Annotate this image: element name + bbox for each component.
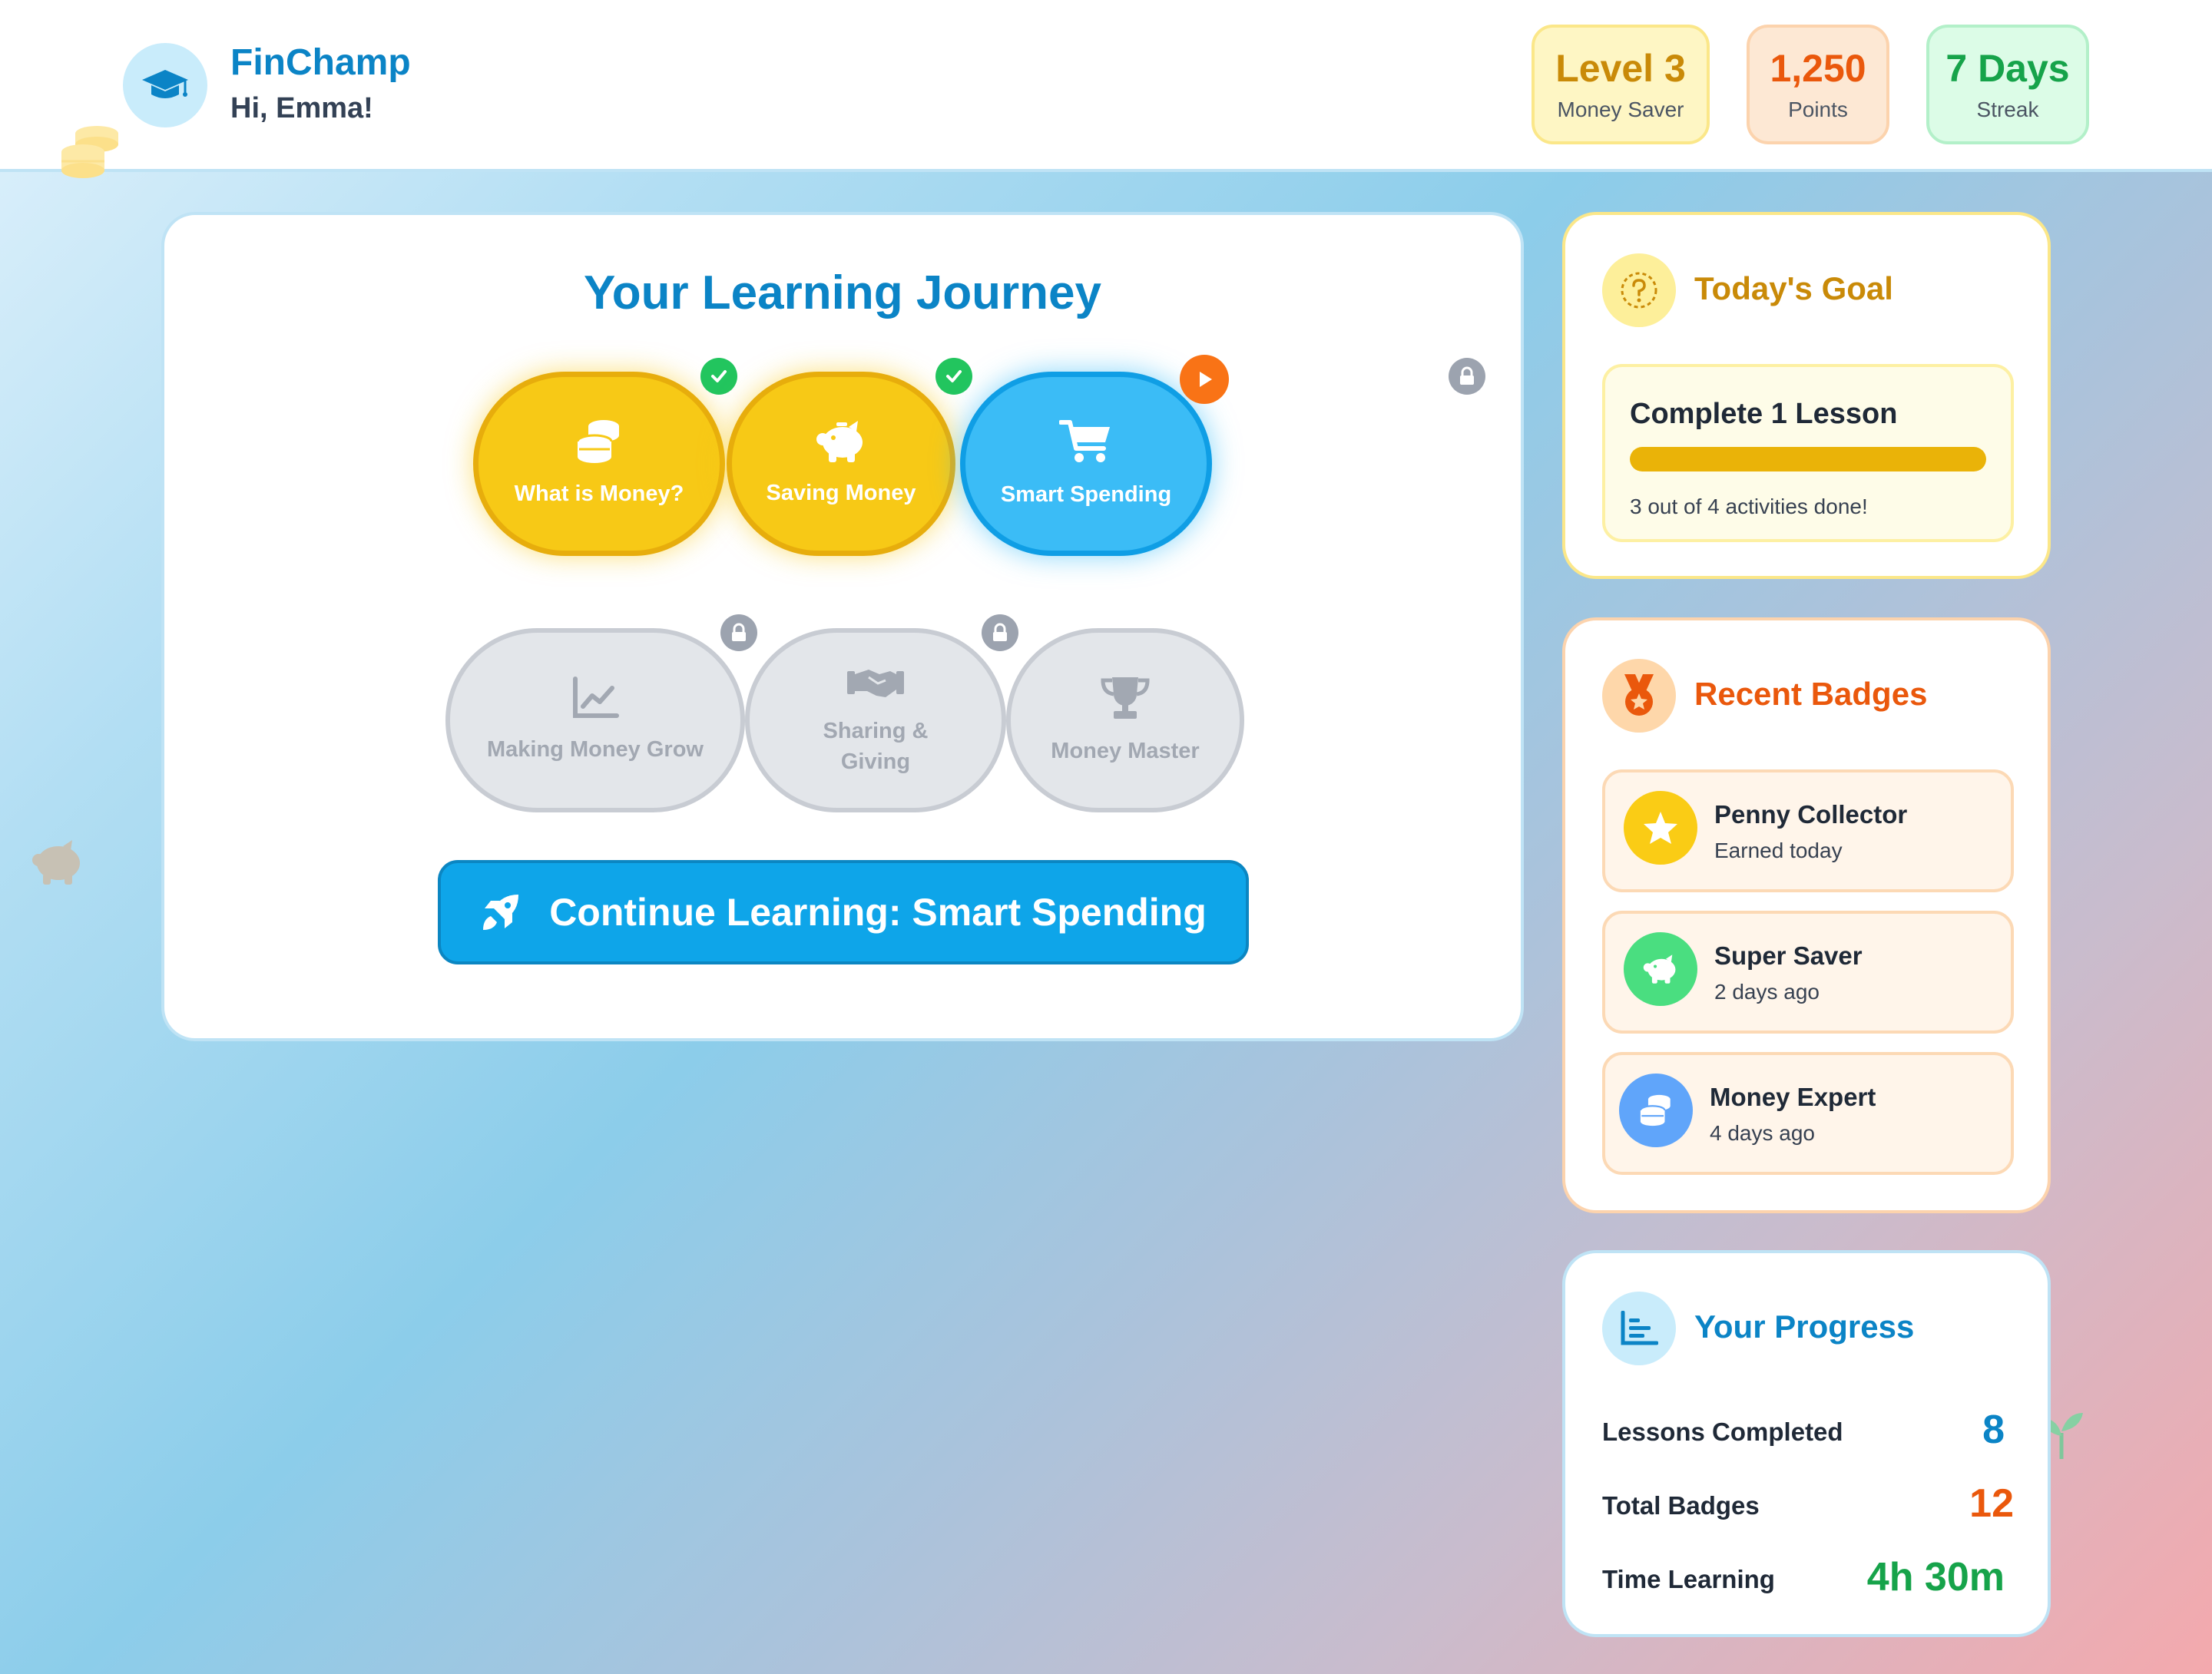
- points-caption: Points: [1788, 97, 1848, 121]
- badge-date: 4 days ago: [1710, 1121, 1815, 1145]
- bar-chart-icon: [1621, 1311, 1658, 1345]
- progress-value: 4h 30m: [1866, 1555, 2005, 1600]
- app-name[interactable]: FinChamp: [230, 41, 411, 84]
- lock-icon: [720, 614, 757, 651]
- journey-title: Your Learning Journey: [583, 266, 1102, 319]
- piggy-bank-icon: [816, 421, 863, 462]
- lesson-label: Sharing & Giving: [823, 719, 929, 774]
- your-progress-card: Your Progress Lessons Completed 8 Total …: [1562, 1250, 2051, 1637]
- graduation-cap-icon: [142, 70, 188, 98]
- progress-icon-badge: [1602, 1292, 1676, 1365]
- points-stat[interactable]: 1,250 Points: [1747, 25, 1889, 144]
- progress-row-badges: Total Badges 12: [1602, 1477, 2014, 1531]
- medal-icon: [1624, 674, 1654, 716]
- trophy-icon: [1101, 677, 1150, 719]
- badges-title: Recent Badges: [1694, 676, 1928, 712]
- coins-icon: [1639, 1094, 1671, 1126]
- lesson-node-money-master: Money Master: [1006, 628, 1244, 812]
- badge-name: Money Expert: [1710, 1083, 1876, 1111]
- progress-title: Your Progress: [1694, 1308, 1915, 1345]
- lesson-node-making-money-grow: Making Money Grow: [445, 628, 745, 812]
- goal-progress-bar: [1630, 447, 1986, 471]
- lesson-node-sharing-giving: Sharing & Giving: [745, 628, 1006, 812]
- badge-item-super-saver[interactable]: Super Saver 2 days ago: [1602, 911, 2014, 1034]
- badge-date: 2 days ago: [1714, 980, 1820, 1004]
- progress-value: 8: [1982, 1408, 2005, 1452]
- handshake-icon: [847, 670, 904, 697]
- badge-name: Super Saver: [1714, 941, 1863, 970]
- rocket-icon: [483, 895, 519, 930]
- lock-icon: [1449, 358, 1485, 395]
- coins-icon: [576, 420, 619, 463]
- goal-icon-badge: [1602, 253, 1676, 327]
- badge-item-money-expert[interactable]: Money Expert 4 days ago: [1602, 1052, 2014, 1175]
- play-lesson-icon[interactable]: [1180, 355, 1229, 404]
- decorative-coins-icon: [61, 126, 118, 178]
- continue-learning-button[interactable]: Continue Learning: Smart Spending: [438, 860, 1249, 964]
- star-icon: [1644, 812, 1677, 844]
- goal-lesson-text: Complete 1 Lesson: [1630, 398, 1898, 430]
- lesson-label: Saving Money: [766, 481, 916, 505]
- lesson-label: Money Master: [1051, 739, 1200, 763]
- badge-icon-circle: [1619, 1074, 1693, 1147]
- lesson-node-what-is-money[interactable]: What is Money?: [473, 372, 725, 556]
- recent-badges-card: Recent Badges Penny Collector Earned tod…: [1562, 617, 2051, 1213]
- goal-panel: Complete 1 Lesson 3 out of 4 activities …: [1602, 364, 2014, 542]
- todays-goal-card: Today's Goal Complete 1 Lesson 3 out of …: [1562, 212, 2051, 579]
- lesson-label: Smart Spending: [1000, 482, 1172, 507]
- goal-progress-text: 3 out of 4 activities done!: [1630, 495, 1868, 518]
- shopping-cart-icon: [1059, 420, 1110, 462]
- piggy-bank-icon: [1643, 954, 1676, 984]
- streak-stat[interactable]: 7 Days Streak: [1926, 25, 2089, 144]
- lesson-label: Making Money Grow: [487, 737, 704, 762]
- logo-badge: [123, 43, 207, 127]
- streak-caption: Streak: [1976, 97, 2039, 121]
- progress-row-lessons: Lessons Completed 8: [1602, 1404, 2014, 1457]
- user-greeting: Hi, Emma!: [230, 92, 373, 124]
- lesson-node-saving-money[interactable]: Saving Money: [727, 372, 955, 556]
- continue-learning-label: Continue Learning: Smart Spending: [549, 891, 1207, 934]
- lock-icon: [982, 614, 1018, 651]
- badge-icon-circle: [1624, 791, 1697, 865]
- level-caption: Money Saver: [1557, 97, 1684, 121]
- lesson-label: What is Money?: [514, 481, 684, 506]
- level-value: Level 3: [1555, 46, 1686, 90]
- badge-name: Penny Collector: [1714, 800, 1908, 829]
- badge-date: Earned today: [1714, 839, 1843, 862]
- progress-row-time: Time Learning 4h 30m: [1602, 1551, 2014, 1605]
- lesson-node-smart-spending[interactable]: Smart Spending: [960, 372, 1212, 556]
- learning-journey-card: Your Learning Journey What is Money? Sav…: [161, 212, 1524, 1041]
- points-value: 1,250: [1770, 46, 1866, 90]
- streak-value: 7 Days: [1945, 46, 2070, 90]
- level-stat[interactable]: Level 3 Money Saver: [1532, 25, 1710, 144]
- progress-label: Time Learning: [1602, 1565, 1775, 1593]
- badge-item-penny-collector[interactable]: Penny Collector Earned today: [1602, 769, 2014, 892]
- decorative-piggy-icon: [32, 840, 80, 885]
- completed-check-icon: [935, 358, 972, 395]
- progress-label: Lessons Completed: [1602, 1418, 1843, 1446]
- progress-value: 12: [1969, 1481, 2014, 1526]
- goal-progress-fill: [1630, 447, 1986, 471]
- question-circle-icon: [1621, 272, 1657, 309]
- progress-label: Total Badges: [1602, 1491, 1760, 1520]
- goal-title: Today's Goal: [1694, 270, 1893, 306]
- badge-icon-circle: [1624, 932, 1697, 1006]
- badges-icon-badge: [1602, 659, 1676, 733]
- chart-line-icon: [573, 677, 619, 718]
- app-header: FinChamp Hi, Emma! Level 3 Money Saver 1…: [0, 0, 2212, 172]
- completed-check-icon: [700, 358, 737, 395]
